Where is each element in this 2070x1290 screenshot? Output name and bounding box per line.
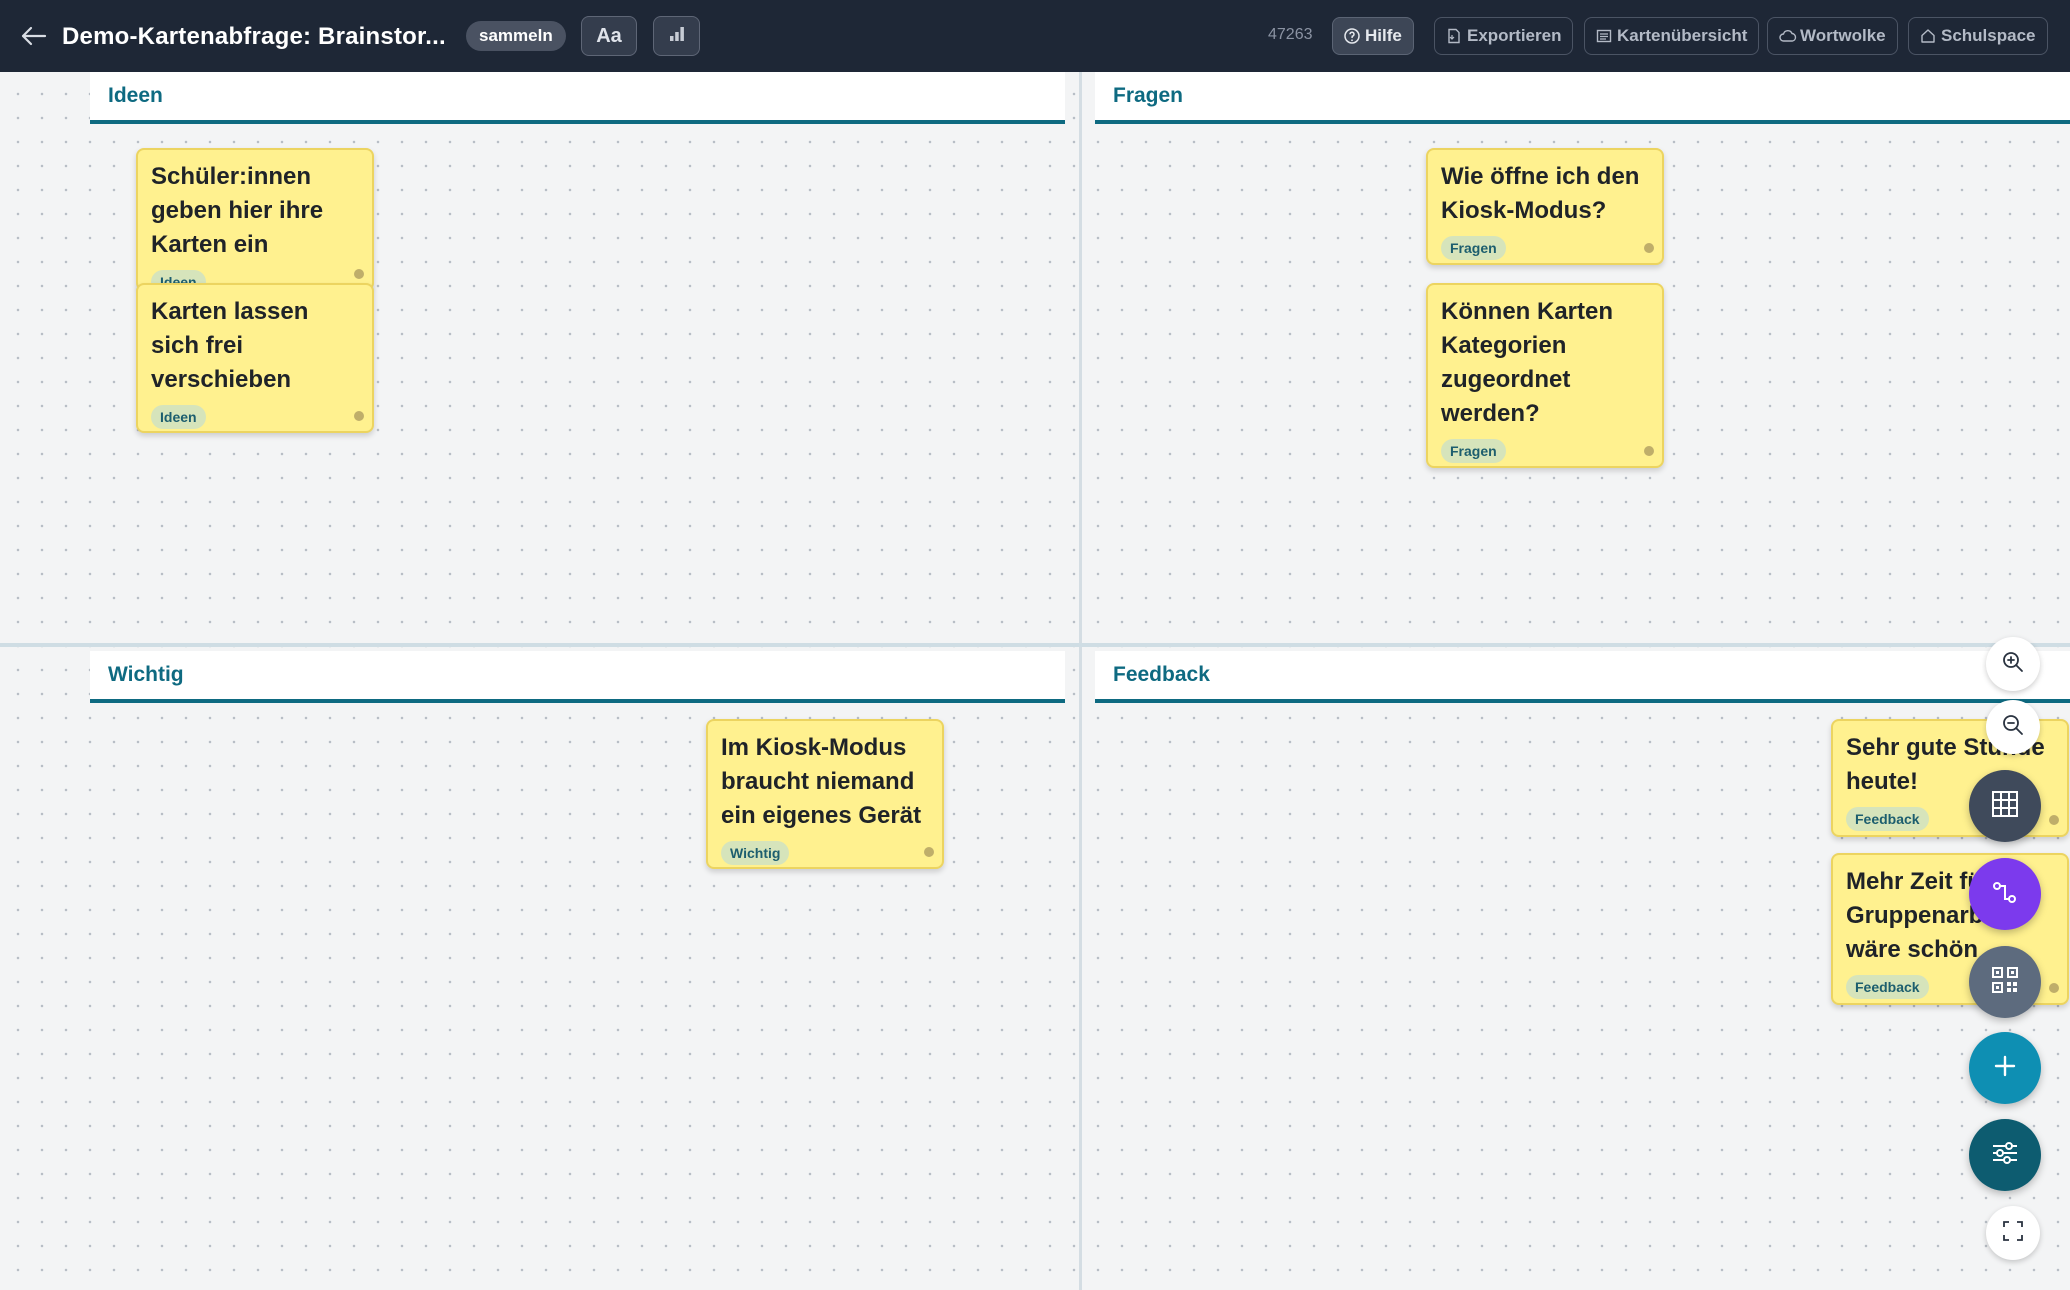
- card-category-tag: Feedback: [1846, 807, 1929, 831]
- board-settings-button[interactable]: [1969, 1119, 2041, 1191]
- card-category-tag: Wichtig: [721, 841, 790, 865]
- quadrant-divider-horizontal: [0, 643, 2070, 647]
- board-title: Demo-Kartenabfrage: Brainstor...: [62, 23, 446, 50]
- qr-code-icon: [1990, 965, 2020, 1000]
- cloud-icon: [1779, 28, 1797, 44]
- font-size-button[interactable]: Aa: [581, 16, 637, 56]
- zoom-out-button[interactable]: [1986, 700, 2040, 754]
- list-icon: [1596, 28, 1612, 44]
- card-handle[interactable]: [1644, 243, 1654, 253]
- fullscreen-button[interactable]: [1986, 1206, 2040, 1260]
- card[interactable]: Karten lassen sich frei verschieben Idee…: [136, 283, 374, 433]
- add-card-button[interactable]: [1969, 1032, 2041, 1104]
- section-header-ideas: Ideen: [90, 72, 1065, 124]
- card-overview-button[interactable]: Kartenübersicht: [1584, 17, 1760, 55]
- card[interactable]: Wie öffne ich den Kiosk-Modus? Fragen: [1426, 148, 1664, 265]
- card-text: Schüler:innen geben hier ihre Karten ein: [151, 163, 324, 258]
- card-handle[interactable]: [354, 411, 364, 421]
- session-code: 47263: [1268, 26, 1313, 43]
- phase-badge[interactable]: sammeln: [466, 21, 566, 51]
- zoom-in-icon: [2001, 650, 2025, 679]
- card-text: Wie öffne ich den Kiosk-Modus?: [1441, 163, 1640, 224]
- section-header-feedback: Feedback: [1095, 651, 2070, 703]
- card[interactable]: Schüler:innen geben hier ihre Karten ein…: [136, 148, 374, 294]
- home-icon: [1920, 28, 1936, 44]
- card-text: Karten lassen sich frei verschieben: [151, 298, 309, 393]
- grid-icon: [1990, 789, 2020, 824]
- export-label: Exportieren: [1467, 26, 1562, 45]
- card-handle[interactable]: [2049, 983, 2059, 993]
- help-button[interactable]: Hilfe: [1332, 17, 1414, 55]
- plus-icon: [1992, 1053, 2018, 1084]
- back-arrow-icon[interactable]: [18, 20, 50, 52]
- card-handle[interactable]: [924, 847, 934, 857]
- section-header-important: Wichtig: [90, 651, 1065, 703]
- card-category-tag: Fragen: [1441, 236, 1506, 260]
- wordcloud-button[interactable]: Wortwolke: [1767, 17, 1898, 55]
- section-title-ideas: Ideen: [108, 84, 163, 107]
- zoom-in-button[interactable]: [1986, 637, 2040, 691]
- zoom-out-icon: [2001, 713, 2025, 742]
- wordcloud-label: Wortwolke: [1800, 26, 1886, 45]
- qr-code-button[interactable]: [1969, 946, 2041, 1018]
- schoolspace-label: Schulspace: [1941, 26, 2036, 45]
- card[interactable]: Im Kiosk-Modus braucht niemand ein eigen…: [706, 719, 944, 869]
- card-overview-label: Kartenübersicht: [1617, 26, 1748, 45]
- connector-icon: [1990, 877, 2020, 912]
- section-title-important: Wichtig: [108, 663, 184, 686]
- top-bar: Demo-Kartenabfrage: Brainstor... sammeln…: [0, 0, 2070, 72]
- export-button[interactable]: Exportieren: [1434, 17, 1574, 55]
- connect-cards-button[interactable]: [1969, 858, 2041, 930]
- section-header-questions: Fragen: [1095, 72, 2070, 124]
- card-text: Können Karten Kategorien zugeordnet werd…: [1441, 298, 1614, 427]
- card-text: Im Kiosk-Modus braucht niemand ein eigen…: [721, 734, 922, 829]
- bar-chart-icon: [669, 26, 685, 47]
- sliders-icon: [1990, 1138, 2020, 1173]
- section-title-questions: Fragen: [1113, 84, 1184, 107]
- section-title-feedback: Feedback: [1113, 663, 1210, 686]
- card-category-tag: Fragen: [1441, 439, 1506, 463]
- statistics-button[interactable]: [653, 16, 700, 56]
- question-circle-icon: [1344, 28, 1360, 44]
- card-category-tag: Ideen: [151, 405, 206, 429]
- help-label: Hilfe: [1365, 26, 1402, 45]
- quadrant-divider-vertical: [1079, 72, 1082, 1290]
- card-handle[interactable]: [1644, 446, 1654, 456]
- fullscreen-icon: [2001, 1219, 2025, 1248]
- grid-layout-button[interactable]: [1969, 770, 2041, 842]
- document-icon: [1446, 28, 1462, 44]
- card-handle[interactable]: [2049, 815, 2059, 825]
- card-category-tag: Feedback: [1846, 975, 1929, 999]
- card[interactable]: Können Karten Kategorien zugeordnet werd…: [1426, 283, 1664, 468]
- schoolspace-button[interactable]: Schulspace: [1908, 17, 2048, 55]
- card-handle[interactable]: [354, 269, 364, 279]
